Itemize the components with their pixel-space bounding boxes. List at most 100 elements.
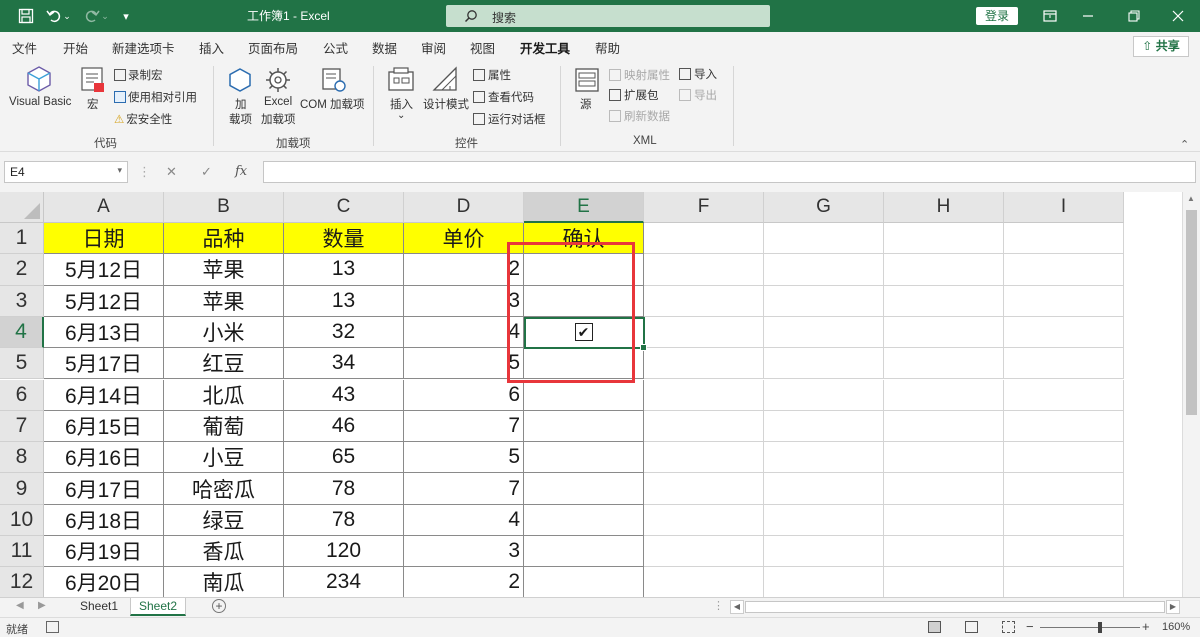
xml-source-icon[interactable] — [573, 66, 601, 99]
empty-cell[interactable] — [644, 223, 764, 255]
row-header[interactable]: 5 — [0, 348, 44, 380]
scroll-right-icon[interactable]: ▶ — [1166, 600, 1180, 614]
price-cell[interactable]: 2 — [404, 567, 524, 597]
empty-cell[interactable] — [884, 442, 1004, 474]
empty-cell[interactable] — [644, 473, 764, 505]
zoom-slider[interactable] — [1040, 627, 1140, 628]
row-header[interactable]: 2 — [0, 254, 44, 286]
customize-toolbar-icon[interactable]: ▾ — [116, 6, 136, 26]
select-all-corner[interactable] — [0, 192, 44, 223]
date-cell[interactable]: 6月20日 — [44, 567, 164, 597]
price-cell[interactable]: 7 — [404, 410, 524, 443]
empty-cell[interactable] — [764, 316, 884, 349]
tab-page-layout[interactable]: 页面布局 — [248, 38, 298, 57]
empty-cell[interactable] — [884, 223, 1004, 255]
close-icon[interactable] — [1168, 6, 1188, 26]
insert-function-icon[interactable]: fx — [235, 164, 247, 179]
empty-cell[interactable] — [884, 285, 1004, 317]
visual-basic-button[interactable]: Visual Basic — [9, 96, 71, 108]
row-header[interactable]: 3 — [0, 285, 44, 317]
row-header[interactable]: 1 — [0, 223, 44, 255]
com-add-ins-button[interactable]: COM 加载项 — [300, 96, 365, 112]
empty-cell[interactable] — [644, 379, 764, 411]
empty-cell[interactable] — [884, 348, 1004, 380]
column-header-a[interactable]: A — [44, 192, 164, 223]
row-header[interactable]: 10 — [0, 504, 44, 536]
item-cell[interactable]: 苹果 — [164, 285, 284, 317]
empty-cell[interactable] — [884, 254, 1004, 286]
scroll-up-icon[interactable]: ▲ — [1187, 194, 1195, 203]
tab-view[interactable]: 视图 — [470, 38, 495, 57]
scroll-left-icon[interactable]: ◀ — [730, 600, 744, 614]
tab-developer[interactable]: 开发工具 — [520, 38, 571, 63]
column-header-i[interactable]: I — [1004, 192, 1124, 223]
empty-cell[interactable] — [884, 316, 1004, 349]
page-layout-view-icon[interactable] — [965, 621, 978, 633]
row-header[interactable]: 9 — [0, 473, 44, 505]
item-cell[interactable]: 北瓜 — [164, 379, 284, 411]
empty-cell[interactable] — [644, 348, 764, 380]
sheet-tab-sheet2[interactable]: Sheet2 — [130, 598, 187, 616]
date-cell[interactable]: 6月13日 — [44, 316, 164, 349]
empty-cell[interactable] — [1004, 410, 1124, 443]
vertical-scroll-thumb[interactable] — [1186, 210, 1197, 415]
empty-cell[interactable] — [884, 473, 1004, 505]
macros-icon[interactable] — [80, 66, 106, 99]
excel-add-ins-label-1[interactable]: Excel — [264, 96, 292, 108]
date-cell[interactable]: 5月12日 — [44, 285, 164, 317]
row-header[interactable]: 7 — [0, 410, 44, 443]
visual-basic-icon[interactable] — [24, 64, 54, 99]
empty-cell[interactable] — [644, 316, 764, 349]
empty-cell[interactable] — [764, 442, 884, 474]
row-header[interactable]: 8 — [0, 442, 44, 474]
empty-cell[interactable] — [1004, 567, 1124, 597]
row-header[interactable]: 12 — [0, 567, 44, 597]
quantity-cell[interactable]: 43 — [284, 379, 404, 411]
empty-cell[interactable] — [884, 536, 1004, 568]
prev-sheet-icon[interactable]: ◀ — [16, 600, 24, 611]
zoom-in-icon[interactable]: + — [1142, 619, 1150, 634]
next-sheet-icon[interactable]: ▶ — [38, 600, 46, 611]
run-dialog-button[interactable]: 运行对话框 — [473, 111, 546, 127]
empty-cell[interactable] — [884, 410, 1004, 443]
price-cell[interactable]: 4 — [404, 504, 524, 536]
empty-cell[interactable] — [764, 473, 884, 505]
add-ins-label-1[interactable]: 加 — [235, 96, 247, 112]
empty-cell[interactable] — [1004, 223, 1124, 255]
quantity-cell[interactable]: 120 — [284, 536, 404, 568]
tab-split-icon[interactable]: ⋮ — [713, 599, 724, 612]
horizontal-scroll-thumb[interactable] — [745, 601, 1165, 613]
date-cell[interactable]: 5月17日 — [44, 348, 164, 380]
item-cell[interactable]: 小豆 — [164, 442, 284, 474]
tab-formulas[interactable]: 公式 — [323, 38, 348, 57]
empty-cell[interactable] — [1004, 316, 1124, 349]
login-button[interactable]: 登录 — [976, 7, 1018, 25]
empty-cell[interactable] — [644, 254, 764, 286]
empty-cell[interactable] — [1004, 254, 1124, 286]
item-cell[interactable]: 香瓜 — [164, 536, 284, 568]
normal-view-icon[interactable] — [928, 621, 941, 633]
xml-export-button[interactable]: 导出 — [679, 87, 717, 103]
quantity-cell[interactable]: 32 — [284, 316, 404, 349]
price-cell[interactable]: 3 — [404, 285, 524, 317]
record-macro-button[interactable]: 录制宏 — [114, 67, 163, 83]
column-header-e[interactable]: E — [524, 192, 644, 223]
page-break-view-icon[interactable] — [1002, 621, 1015, 633]
com-add-ins-icon[interactable] — [320, 66, 348, 99]
cancel-icon[interactable]: ✕ — [166, 164, 177, 180]
confirm-cell[interactable] — [524, 536, 644, 568]
design-mode-button[interactable]: 设计模式 — [423, 96, 469, 112]
header-cell[interactable]: 数量 — [284, 223, 404, 255]
date-cell[interactable]: 6月15日 — [44, 410, 164, 443]
item-cell[interactable]: 苹果 — [164, 254, 284, 286]
sheet-tab-sheet1[interactable]: Sheet1 — [72, 598, 126, 616]
enter-icon[interactable]: ✓ — [201, 164, 212, 180]
refresh-data-button[interactable]: 刷新数据 — [609, 108, 670, 124]
add-sheet-icon[interactable]: + — [212, 599, 226, 613]
empty-cell[interactable] — [764, 379, 884, 411]
quantity-cell[interactable]: 234 — [284, 567, 404, 597]
empty-cell[interactable] — [644, 410, 764, 443]
column-header-d[interactable]: D — [404, 192, 524, 223]
column-header-c[interactable]: C — [284, 192, 404, 223]
excel-add-ins-label-2[interactable]: 加载项 — [261, 111, 296, 127]
